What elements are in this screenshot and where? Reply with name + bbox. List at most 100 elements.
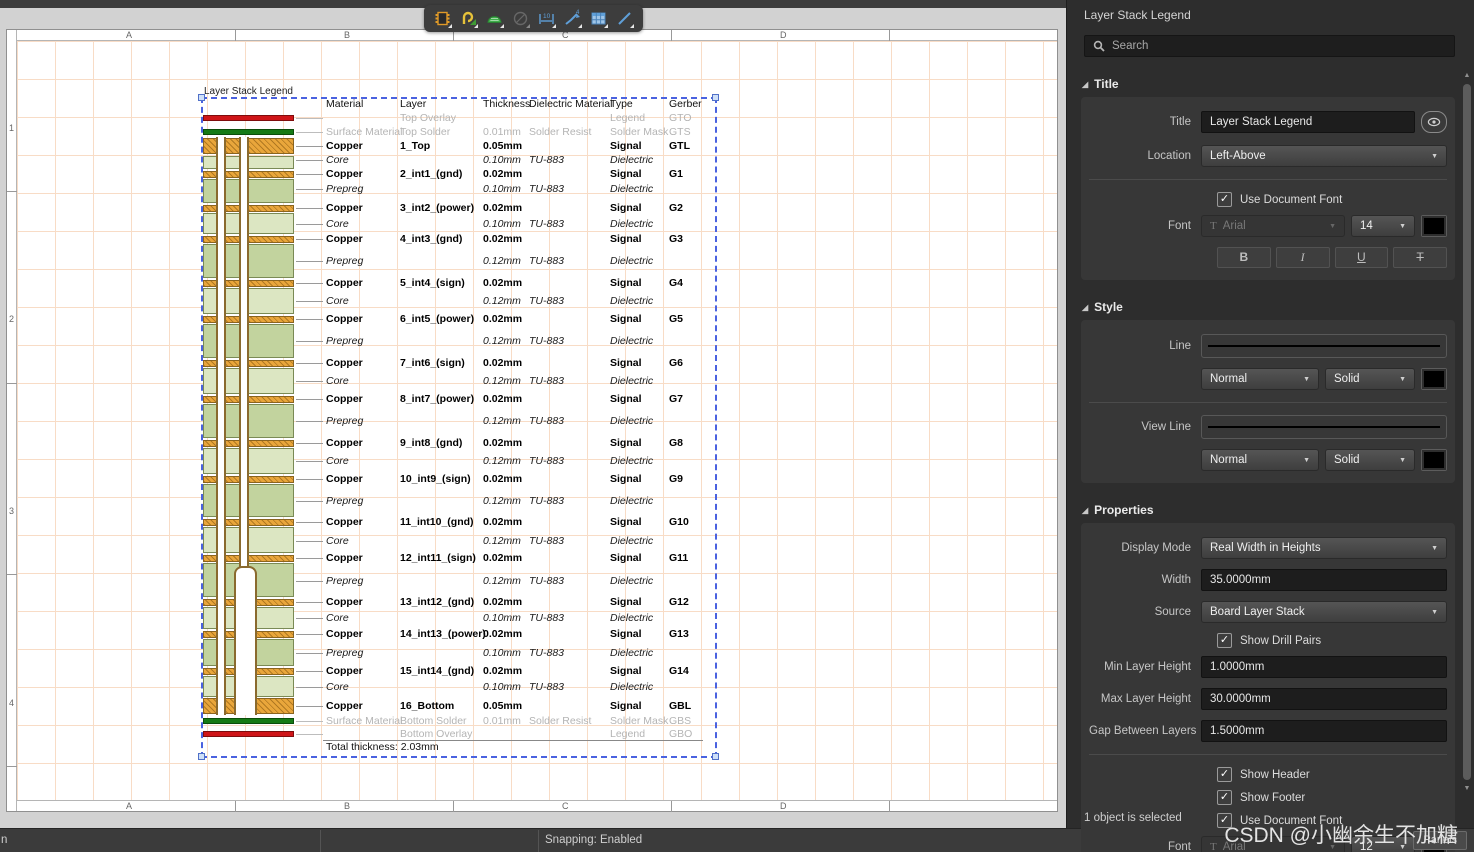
section-style[interactable]: ◢ Style [1082, 300, 1474, 314]
bold-button[interactable]: B [1217, 247, 1271, 268]
legend-cell-gerber: GTL [669, 140, 690, 152]
legend-cell-layer: Top Overlay [400, 112, 457, 124]
panel-scrollbar[interactable]: ▲ ▼ [1462, 72, 1472, 792]
title-input[interactable] [1201, 111, 1415, 133]
leader-line [296, 132, 323, 133]
legend-cell-dielectric: Solder Resist [529, 715, 592, 727]
leader-line [296, 581, 323, 582]
search-box[interactable] [1084, 35, 1455, 57]
selection-handle[interactable] [198, 753, 205, 760]
legend-cell-type: Signal [610, 628, 642, 640]
underline-button[interactable]: U [1334, 247, 1389, 268]
view-line-style-dropdown[interactable]: Solid ▼ [1325, 449, 1415, 471]
legend-cell-thickness: 0.02mm [483, 233, 523, 245]
leader-line [296, 381, 323, 382]
legend-cell-material: Copper [326, 552, 363, 564]
legend-cell-thickness: 0.02mm [483, 357, 523, 369]
show-drill-pairs-checkbox[interactable]: ✓ [1217, 633, 1232, 648]
line-style-dropdown[interactable]: Solid ▼ [1325, 368, 1415, 390]
legend-cell-material: Copper [326, 516, 363, 528]
view-line-preview [1201, 415, 1447, 439]
font-family-dropdown[interactable]: T Arial ▼ [1201, 215, 1345, 237]
leader-line [296, 461, 323, 462]
location-dropdown[interactable]: Left-Above ▼ [1201, 145, 1447, 167]
line-weight-dropdown[interactable]: Normal ▼ [1201, 368, 1319, 390]
zone-letter: C [562, 801, 569, 811]
selection-handle[interactable] [712, 753, 719, 760]
pcb-canvas-viewport[interactable]: A B C D A B C D 1 2 3 4 Layer Stack Legend Materia… [0, 8, 1066, 828]
legend-cell-material: Copper [326, 168, 363, 180]
legend-cell-material: Copper [326, 357, 363, 369]
legend-cell-gerber: GBL [669, 700, 692, 712]
legend-cell-type: Signal [610, 393, 642, 405]
legend-cell-thickness: 0.02mm [483, 393, 523, 405]
display-mode-dropdown[interactable]: Real Width in Heights ▼ [1201, 537, 1447, 559]
view-line-color-swatch[interactable] [1421, 449, 1447, 471]
show-header-checkbox[interactable]: ✓ [1217, 767, 1232, 782]
ruler-tick [889, 30, 890, 41]
zone-letter: A [126, 30, 133, 40]
interactive-route-icon[interactable] [459, 9, 478, 28]
leader-line [296, 421, 323, 422]
leader-line [296, 706, 323, 707]
font-type-icon: T [1210, 841, 1217, 852]
legend-cell-type: Signal [610, 516, 642, 528]
selection-handle[interactable] [712, 94, 719, 101]
legend-cell-layer: 3_int2_(power) [400, 202, 475, 214]
via-icon[interactable] [485, 9, 504, 28]
font-color-swatch[interactable] [1421, 215, 1447, 237]
show-footer-checkbox[interactable]: ✓ [1217, 790, 1232, 805]
gap-between-layers-input[interactable] [1201, 720, 1447, 742]
legend-cell-thickness: 0.10mm [483, 647, 521, 659]
legend-cell-thickness: 0.12mm [483, 375, 521, 387]
legend-cell-gerber: GBS [669, 715, 692, 727]
legend-cell-material: Core [326, 535, 349, 547]
legend-cell-thickness: 0.05mm [483, 700, 523, 712]
component-icon[interactable] [433, 9, 452, 28]
trace-icon[interactable]: 4 [563, 9, 582, 28]
section-title[interactable]: ◢ Title [1082, 77, 1474, 91]
search-input[interactable] [1112, 40, 1446, 52]
legend-cell-thickness: 0.02mm [483, 202, 523, 214]
svg-text:10: 10 [543, 13, 551, 20]
font-size-dropdown[interactable]: 14 ▼ [1351, 215, 1415, 237]
selection-handle[interactable] [198, 94, 205, 101]
status-divider [320, 830, 321, 852]
legend-cell-type: Dielectric [610, 255, 654, 267]
legend-cell-type: Dielectric [610, 575, 654, 587]
italic-button[interactable]: I [1275, 247, 1330, 268]
width-input[interactable] [1201, 569, 1447, 591]
max-layer-height-input[interactable] [1201, 688, 1447, 710]
legend-cell-thickness: 0.12mm [483, 495, 521, 507]
legend-cell-layer: 5_int4_(sign) [400, 277, 465, 289]
dimension-icon[interactable]: 10 [537, 9, 556, 28]
source-dropdown[interactable]: Board Layer Stack ▼ [1201, 601, 1447, 623]
line-icon[interactable] [615, 9, 634, 28]
display-mode-label: Display Mode [1121, 542, 1191, 554]
leader-line [296, 522, 323, 523]
use-document-font-checkbox[interactable]: ✓ [1217, 192, 1232, 207]
legend-footer-text: Total thickness: 2.03mm [326, 741, 439, 753]
visibility-eye-button[interactable] [1421, 111, 1447, 133]
view-line-weight-dropdown[interactable]: Normal ▼ [1201, 449, 1319, 471]
active-bar-toolbar: 10 4 [424, 5, 643, 32]
watermark-text: CSDN @小幽余生不加糖 [1224, 824, 1458, 847]
strikethrough-button[interactable]: T [1393, 247, 1447, 268]
grid-icon[interactable] [589, 9, 608, 28]
section-properties[interactable]: ◢ Properties [1082, 503, 1474, 517]
scroll-up-icon[interactable]: ▲ [1462, 72, 1472, 79]
scrollbar-thumb[interactable] [1463, 84, 1471, 780]
line-color-swatch[interactable] [1421, 368, 1447, 390]
style-group: Line Normal ▼ Solid ▼ View Line Normal ▼… [1081, 320, 1455, 483]
ruler-tick [671, 801, 672, 812]
scroll-down-icon[interactable]: ▼ [1462, 785, 1472, 792]
min-layer-height-input[interactable] [1201, 656, 1447, 678]
arc-icon[interactable] [511, 9, 530, 28]
properties-panel: Layer Stack Legend ◢ Title Title [1066, 0, 1474, 852]
legend-cell-type: Signal [610, 233, 642, 245]
leader-line [296, 671, 323, 672]
collapse-icon: ◢ [1082, 505, 1089, 515]
document-sheet[interactable]: A B C D A B C D 1 2 3 4 Layer Stack Legend Materia… [6, 29, 1058, 812]
legend-cell-material: Copper [326, 393, 363, 405]
snapping-status: Snapping: Enabled [545, 834, 643, 846]
